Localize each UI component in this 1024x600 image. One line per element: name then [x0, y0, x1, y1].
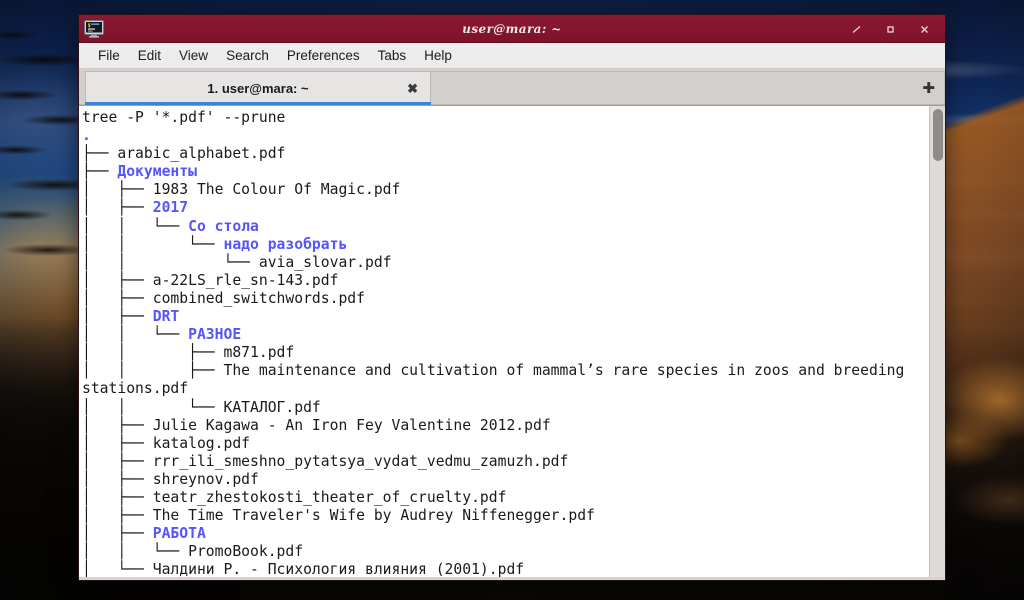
tree-branch: │ │ ├──: [82, 362, 223, 379]
tree-branch: │ ├──: [82, 507, 153, 524]
new-tab-icon[interactable]: ✚: [922, 81, 935, 96]
tab-label: 1. user@mara: ~: [207, 81, 308, 96]
tree-file: avia_slovar.pdf: [259, 254, 392, 271]
tree-branch: │ ├──: [82, 272, 153, 289]
menu-item-file[interactable]: File: [89, 46, 129, 65]
tree-file: combined_switchwords.pdf: [153, 290, 365, 307]
tree-branch: │ ├──: [82, 417, 153, 434]
tree-branch: │ ├──: [82, 308, 153, 325]
window-title: user@mara: ~: [79, 22, 945, 36]
window-bottom-edge: [79, 577, 945, 580]
tree-file: a-22LS_rle_sn-143.pdf: [153, 272, 339, 289]
tree-branch: │ │ └──: [82, 254, 259, 271]
tab-bar-empty-area: ✚: [430, 71, 945, 104]
tree-file: Чалдини Р. - Психология влияния (2001).p…: [153, 561, 524, 577]
menu-item-search[interactable]: Search: [217, 46, 278, 65]
tab-terminal-1[interactable]: 1. user@mara: ~ ✖: [85, 71, 431, 104]
menu-item-tabs[interactable]: Tabs: [369, 46, 416, 65]
tree-directory: РАЗНОЕ: [188, 326, 241, 343]
tree-branch: │ │ └──: [82, 399, 223, 416]
tree-file: shreynov.pdf: [153, 471, 259, 488]
terminal-monitor-icon: $: [84, 20, 104, 38]
close-icon[interactable]: [917, 22, 931, 36]
tree-branch: │ └──: [82, 561, 153, 577]
scrollbar-thumb[interactable]: [933, 109, 943, 161]
shell-command: tree -P '*.pdf' --prune: [82, 109, 285, 126]
tree-directory: РАБОТА: [153, 525, 206, 542]
terminal-screen[interactable]: tree -P '*.pdf' --prune . ├── arabic_alp…: [79, 106, 929, 577]
terminal-output: tree -P '*.pdf' --prune . ├── arabic_alp…: [82, 109, 929, 577]
tree-branch: │ ├──: [82, 290, 153, 307]
tree-branch: │ │ └──: [82, 543, 188, 560]
svg-text:$: $: [88, 23, 91, 29]
tree-file: Julie Kagawa - An Iron Fey Valentine 201…: [153, 417, 551, 434]
tree-branch: ├──: [82, 163, 117, 180]
tree-directory: Документы: [117, 163, 197, 180]
tree-file: 1983 The Colour Of Magic.pdf: [153, 181, 401, 198]
desktop-wallpaper: $ user@mara: ~: [0, 0, 1024, 600]
tree-branch: │ │ └──: [82, 218, 188, 235]
tree-file: The Time Traveler's Wife by Audrey Niffe…: [153, 507, 595, 524]
menu-item-help[interactable]: Help: [415, 46, 461, 65]
tree-branch: │ ├──: [82, 199, 153, 216]
tab-close-icon[interactable]: ✖: [407, 82, 418, 95]
window-titlebar[interactable]: $ user@mara: ~: [79, 15, 945, 43]
tree-file: rrr_ili_smeshno_pytatsya_vydat_vedmu_zam…: [153, 453, 569, 470]
terminal-body: tree -P '*.pdf' --prune . ├── arabic_alp…: [79, 105, 945, 577]
terminal-window: $ user@mara: ~: [78, 14, 946, 581]
tree-branch: │ │ └──: [82, 236, 223, 253]
tree-branch: ├──: [82, 145, 117, 162]
menu-item-preferences[interactable]: Preferences: [278, 46, 369, 65]
menu-item-edit[interactable]: Edit: [129, 46, 170, 65]
tree-branch: │ ├──: [82, 471, 153, 488]
tree-branch: │ ├──: [82, 525, 153, 542]
terminal-scrollbar[interactable]: [929, 106, 945, 577]
tab-bar: 1. user@mara: ~ ✖ ✚: [79, 69, 945, 105]
tree-branch: │ ├──: [82, 453, 153, 470]
menu-item-view[interactable]: View: [170, 46, 217, 65]
tree-directory: 2017: [153, 199, 188, 216]
tree-directory: Со стола: [188, 218, 259, 235]
window-controls: [849, 22, 941, 36]
menu-bar: File Edit View Search Preferences Tabs H…: [79, 43, 945, 69]
tree-file: PromoBook.pdf: [188, 543, 303, 560]
tree-file: teatr_zhestokosti_theater_of_cruelty.pdf: [153, 489, 507, 506]
tree-branch: │ ├──: [82, 181, 153, 198]
tree-file: arabic_alphabet.pdf: [117, 145, 285, 162]
tree-branch: │ │ ├──: [82, 344, 223, 361]
tree-directory: DRT: [153, 308, 180, 325]
tree-directory: надо разобрать: [223, 236, 347, 253]
tree-branch: │ │ └──: [82, 326, 188, 343]
maximize-icon[interactable]: [883, 22, 897, 36]
tree-file: m871.pdf: [223, 344, 294, 361]
tree-file: КАТАЛОГ.pdf: [223, 399, 320, 416]
tree-branch: │ ├──: [82, 435, 153, 452]
tree-current-dir: .: [82, 127, 91, 144]
minimize-icon[interactable]: [849, 22, 863, 36]
tree-branch: │ ├──: [82, 489, 153, 506]
tree-file: katalog.pdf: [153, 435, 250, 452]
